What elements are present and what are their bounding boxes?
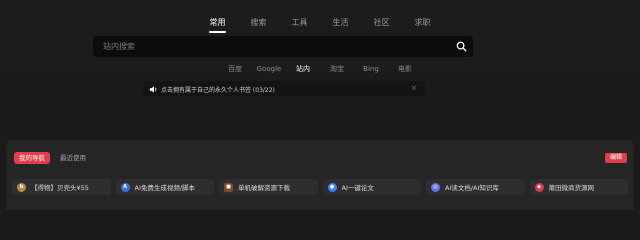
notice-text: 点击拥有属于自己的永久个人书签 (03/22) bbox=[161, 86, 275, 94]
ai-video-icon: A bbox=[120, 182, 130, 192]
tab-my-nav[interactable]: 我的导航 bbox=[14, 152, 50, 164]
nav-panel-tabs: 我的导航 最近使用 bbox=[14, 152, 96, 164]
speaker-icon bbox=[149, 85, 157, 93]
nav-link-putian[interactable]: ◆ 莆田微商货源网 bbox=[529, 179, 628, 195]
search-icon[interactable] bbox=[456, 41, 467, 52]
nav-link-label: 莆田微商货源网 bbox=[548, 184, 595, 192]
nav-link-games[interactable]: ■ 单机破解资源下载 bbox=[219, 179, 318, 195]
nav-link-label: 【得物】贝壳头¥55 bbox=[31, 184, 89, 192]
game-icon: ■ bbox=[224, 182, 233, 192]
edit-button[interactable]: 编辑 bbox=[604, 153, 627, 163]
nav-link-ai-docs[interactable]: ◎ AI读文档/AI知识库 bbox=[426, 179, 525, 195]
tab-jobs[interactable]: 求职 bbox=[402, 17, 443, 29]
engine-google[interactable]: Google bbox=[252, 64, 286, 74]
nav-link-ai-paper[interactable]: ● AI一键论文 bbox=[322, 179, 421, 195]
engine-baidu[interactable]: 百度 bbox=[218, 64, 252, 74]
engine-site[interactable]: 站内 bbox=[286, 64, 320, 74]
engine-taobao[interactable]: 淘宝 bbox=[320, 64, 354, 74]
ai-docs-icon: ◎ bbox=[431, 182, 440, 192]
dewu-icon: b bbox=[17, 182, 26, 192]
nav-link-dewu[interactable]: b 【得物】贝壳头¥55 bbox=[12, 179, 111, 195]
hero-section: 常用 搜索 工具 生活 社区 求职 百度 Google 站内 淘宝 Bing 电… bbox=[0, 0, 640, 130]
nav-links: b 【得物】贝壳头¥55 A AI免费生成视频/脚本 ■ 单机破解资源下载 ● … bbox=[12, 179, 628, 195]
search-bar bbox=[93, 36, 473, 57]
nav-link-label: AI读文档/AI知识库 bbox=[445, 184, 499, 192]
engine-movie[interactable]: 电影 bbox=[388, 64, 422, 74]
my-nav-panel: 我的导航 最近使用 编辑 b 【得物】贝壳头¥55 A AI免费生成视频/脚本 … bbox=[6, 140, 634, 210]
notice-bar[interactable]: 点击拥有属于自己的永久个人书签 (03/22) × bbox=[143, 81, 425, 97]
tab-recent[interactable]: 最近使用 bbox=[55, 152, 91, 164]
tab-community[interactable]: 社区 bbox=[361, 17, 402, 29]
nav-link-label: AI免费生成视频/脚本 bbox=[134, 184, 196, 192]
search-input[interactable] bbox=[93, 36, 453, 57]
engine-bing[interactable]: Bing bbox=[354, 64, 388, 74]
tab-changyong[interactable]: 常用 bbox=[197, 17, 238, 33]
putian-icon: ◆ bbox=[534, 182, 544, 192]
nav-link-label: AI一键论文 bbox=[341, 184, 374, 192]
nav-link-ai-video[interactable]: A AI免费生成视频/脚本 bbox=[115, 179, 214, 195]
tab-life[interactable]: 生活 bbox=[320, 17, 361, 29]
category-tabs: 常用 搜索 工具 生活 社区 求职 bbox=[0, 17, 640, 33]
search-engine-tabs: 百度 Google 站内 淘宝 Bing 电影 bbox=[0, 64, 640, 74]
tab-search[interactable]: 搜索 bbox=[238, 17, 279, 29]
nav-link-label: 单机破解资源下载 bbox=[238, 184, 290, 192]
close-icon[interactable]: × bbox=[411, 84, 417, 92]
ai-paper-icon: ● bbox=[327, 182, 337, 192]
tab-tools[interactable]: 工具 bbox=[279, 17, 320, 29]
